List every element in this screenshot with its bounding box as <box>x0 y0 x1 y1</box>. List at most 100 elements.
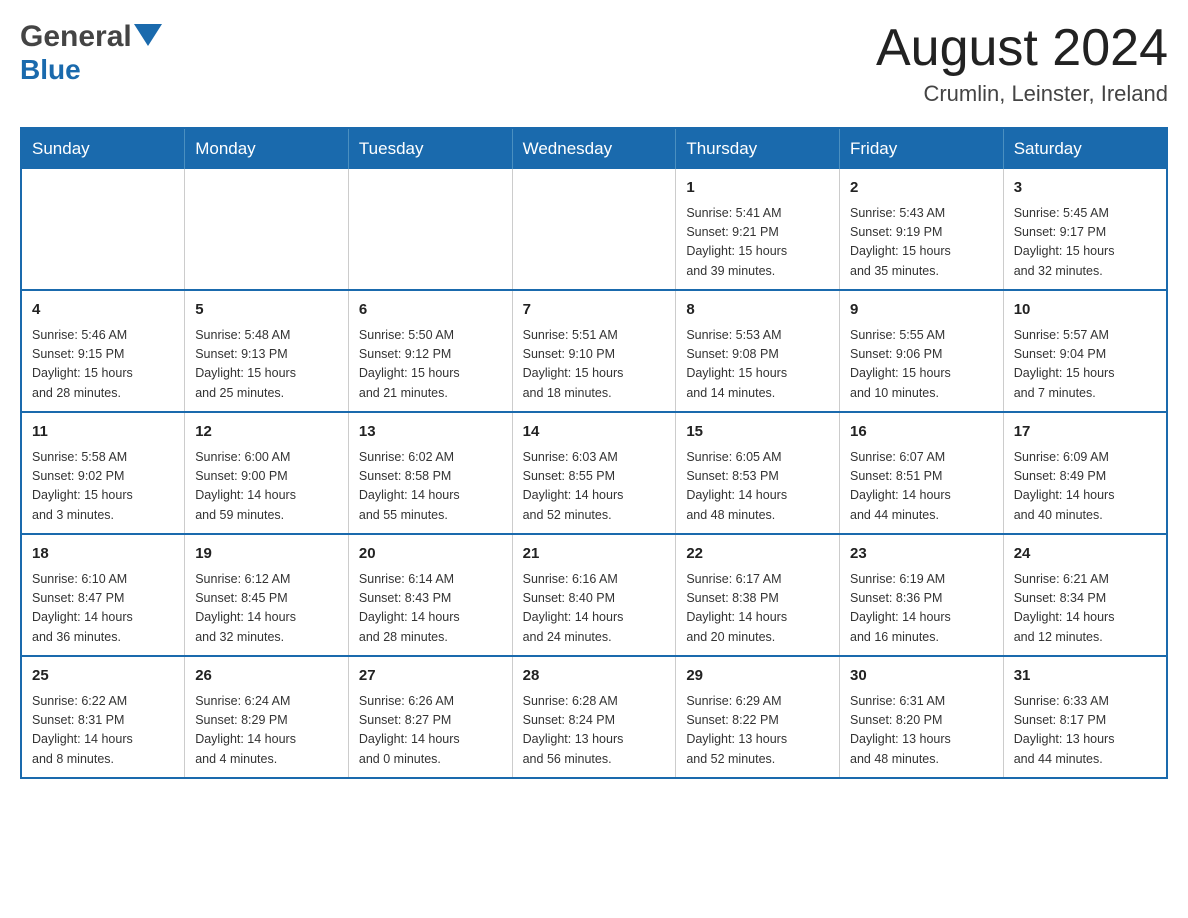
day-number: 23 <box>850 543 993 566</box>
calendar-cell: 26Sunrise: 6:24 AM Sunset: 8:29 PM Dayli… <box>185 656 349 778</box>
logo: General Blue <box>20 20 164 86</box>
day-number: 5 <box>195 299 338 322</box>
day-of-week-header: Monday <box>185 128 349 169</box>
day-info: Sunrise: 6:10 AM Sunset: 8:47 PM Dayligh… <box>32 570 174 648</box>
calendar-cell: 6 Sunrise: 5:50 AM Sunset: 9:12 PM Daylig… <box>348 290 512 412</box>
calendar-week-row: 4 Sunrise: 5:46 AM Sunset: 9:15 PM Daylig… <box>21 290 1167 412</box>
day-info: Sunrise: 6:14 AM Sunset: 8:43 PM Dayligh… <box>359 570 502 648</box>
day-info: Sunrise: 6:16 AM Sunset: 8:40 PM Dayligh… <box>523 570 666 648</box>
calendar-cell: 29 Sunrise: 6:29 AM Sunset: 8:22 PM Dayli… <box>676 656 840 778</box>
day-number: 11 <box>32 421 174 444</box>
day-number: 31 <box>1014 665 1156 688</box>
day-info: Sunrise: 5:43 AM Sunset: 9:19 PM Dayligh… <box>850 204 993 282</box>
day-number: 12 <box>195 421 338 444</box>
calendar-cell: 2 Sunrise: 5:43 AM Sunset: 9:19 PM Daylig… <box>840 169 1004 290</box>
day-info: Sunrise: 6:05 AM Sunset: 8:53 PM Dayligh… <box>686 448 829 526</box>
day-number: 6 <box>359 299 502 322</box>
calendar-cell: 27Sunrise: 6:26 AM Sunset: 8:27 PM Dayli… <box>348 656 512 778</box>
day-number: 15 <box>686 421 829 444</box>
day-number: 8 <box>686 299 829 322</box>
calendar-cell: 9Sunrise: 5:55 AM Sunset: 9:06 PM Daylig… <box>840 290 1004 412</box>
calendar-cell: 4 Sunrise: 5:46 AM Sunset: 9:15 PM Daylig… <box>21 290 185 412</box>
calendar-cell: 30 Sunrise: 6:31 AM Sunset: 8:20 PM Dayli… <box>840 656 1004 778</box>
day-info: Sunrise: 6:12 AM Sunset: 8:45 PM Dayligh… <box>195 570 338 648</box>
day-number: 16 <box>850 421 993 444</box>
day-number: 18 <box>32 543 174 566</box>
calendar-cell: 24Sunrise: 6:21 AM Sunset: 8:34 PM Dayli… <box>1003 534 1167 656</box>
day-number: 9 <box>850 299 993 322</box>
day-number: 3 <box>1014 177 1156 200</box>
day-number: 30 <box>850 665 993 688</box>
day-info: Sunrise: 6:00 AM Sunset: 9:00 PM Dayligh… <box>195 448 338 526</box>
day-info: Sunrise: 6:28 AM Sunset: 8:24 PM Dayligh… <box>523 692 666 770</box>
day-number: 4 <box>32 299 174 322</box>
logo-triangle-icon <box>134 24 162 51</box>
day-number: 26 <box>195 665 338 688</box>
day-of-week-header: Sunday <box>21 128 185 169</box>
day-info: Sunrise: 6:02 AM Sunset: 8:58 PM Dayligh… <box>359 448 502 526</box>
calendar-cell <box>348 169 512 290</box>
calendar-cell: 10Sunrise: 5:57 AM Sunset: 9:04 PM Dayli… <box>1003 290 1167 412</box>
calendar-table: SundayMondayTuesdayWednesdayThursdayFrid… <box>20 127 1168 779</box>
calendar-week-row: 11 Sunrise: 5:58 AM Sunset: 9:02 PM Dayli… <box>21 412 1167 534</box>
day-number: 21 <box>523 543 666 566</box>
day-info: Sunrise: 6:03 AM Sunset: 8:55 PM Dayligh… <box>523 448 666 526</box>
day-info: Sunrise: 5:46 AM Sunset: 9:15 PM Dayligh… <box>32 326 174 404</box>
day-number: 27 <box>359 665 502 688</box>
calendar-cell: 25Sunrise: 6:22 AM Sunset: 8:31 PM Dayli… <box>21 656 185 778</box>
day-info: Sunrise: 5:58 AM Sunset: 9:02 PM Dayligh… <box>32 448 174 526</box>
day-info: Sunrise: 6:31 AM Sunset: 8:20 PM Dayligh… <box>850 692 993 770</box>
day-number: 13 <box>359 421 502 444</box>
day-number: 29 <box>686 665 829 688</box>
month-title: August 2024 <box>876 20 1168 77</box>
day-info: Sunrise: 5:48 AM Sunset: 9:13 PM Dayligh… <box>195 326 338 404</box>
day-number: 28 <box>523 665 666 688</box>
day-number: 7 <box>523 299 666 322</box>
day-info: Sunrise: 5:50 AM Sunset: 9:12 PM Dayligh… <box>359 326 502 404</box>
location: Crumlin, Leinster, Ireland <box>876 81 1168 107</box>
calendar-cell: 19Sunrise: 6:12 AM Sunset: 8:45 PM Dayli… <box>185 534 349 656</box>
calendar-cell: 21 Sunrise: 6:16 AM Sunset: 8:40 PM Dayli… <box>512 534 676 656</box>
calendar-cell: 16 Sunrise: 6:07 AM Sunset: 8:51 PM Dayli… <box>840 412 1004 534</box>
calendar-header-row: SundayMondayTuesdayWednesdayThursdayFrid… <box>21 128 1167 169</box>
day-number: 2 <box>850 177 993 200</box>
page-header: General Blue August 2024 Crumlin, Leinst… <box>20 20 1168 107</box>
calendar-cell <box>185 169 349 290</box>
day-of-week-header: Wednesday <box>512 128 676 169</box>
calendar-cell: 31 Sunrise: 6:33 AM Sunset: 8:17 PM Dayli… <box>1003 656 1167 778</box>
day-info: Sunrise: 6:33 AM Sunset: 8:17 PM Dayligh… <box>1014 692 1156 770</box>
day-number: 17 <box>1014 421 1156 444</box>
day-of-week-header: Friday <box>840 128 1004 169</box>
day-info: Sunrise: 6:09 AM Sunset: 8:49 PM Dayligh… <box>1014 448 1156 526</box>
day-info: Sunrise: 5:41 AM Sunset: 9:21 PM Dayligh… <box>686 204 829 282</box>
day-info: Sunrise: 6:07 AM Sunset: 8:51 PM Dayligh… <box>850 448 993 526</box>
day-number: 20 <box>359 543 502 566</box>
calendar-cell: 11 Sunrise: 5:58 AM Sunset: 9:02 PM Dayli… <box>21 412 185 534</box>
calendar-cell: 18 Sunrise: 6:10 AM Sunset: 8:47 PM Dayli… <box>21 534 185 656</box>
day-info: Sunrise: 6:29 AM Sunset: 8:22 PM Dayligh… <box>686 692 829 770</box>
title-section: August 2024 Crumlin, Leinster, Ireland <box>876 20 1168 107</box>
day-of-week-header: Tuesday <box>348 128 512 169</box>
logo-blue-text: Blue <box>20 54 81 86</box>
calendar-cell: 7 Sunrise: 5:51 AM Sunset: 9:10 PM Daylig… <box>512 290 676 412</box>
calendar-cell: 8 Sunrise: 5:53 AM Sunset: 9:08 PM Daylig… <box>676 290 840 412</box>
calendar-cell: 15 Sunrise: 6:05 AM Sunset: 8:53 PM Dayli… <box>676 412 840 534</box>
calendar-cell: 5 Sunrise: 5:48 AM Sunset: 9:13 PM Daylig… <box>185 290 349 412</box>
day-info: Sunrise: 6:19 AM Sunset: 8:36 PM Dayligh… <box>850 570 993 648</box>
calendar-week-row: 18 Sunrise: 6:10 AM Sunset: 8:47 PM Dayli… <box>21 534 1167 656</box>
day-info: Sunrise: 5:45 AM Sunset: 9:17 PM Dayligh… <box>1014 204 1156 282</box>
calendar-cell <box>21 169 185 290</box>
day-number: 1 <box>686 177 829 200</box>
day-of-week-header: Thursday <box>676 128 840 169</box>
day-info: Sunrise: 5:53 AM Sunset: 9:08 PM Dayligh… <box>686 326 829 404</box>
calendar-cell: 14Sunrise: 6:03 AM Sunset: 8:55 PM Dayli… <box>512 412 676 534</box>
calendar-cell: 1 Sunrise: 5:41 AM Sunset: 9:21 PM Daylig… <box>676 169 840 290</box>
calendar-cell: 17 Sunrise: 6:09 AM Sunset: 8:49 PM Dayli… <box>1003 412 1167 534</box>
calendar-cell: 20 Sunrise: 6:14 AM Sunset: 8:43 PM Dayli… <box>348 534 512 656</box>
calendar-cell: 13 Sunrise: 6:02 AM Sunset: 8:58 PM Dayli… <box>348 412 512 534</box>
day-info: Sunrise: 5:51 AM Sunset: 9:10 PM Dayligh… <box>523 326 666 404</box>
calendar-cell: 12 Sunrise: 6:00 AM Sunset: 9:00 PM Dayli… <box>185 412 349 534</box>
day-info: Sunrise: 5:57 AM Sunset: 9:04 PM Dayligh… <box>1014 326 1156 404</box>
calendar-cell: 23 Sunrise: 6:19 AM Sunset: 8:36 PM Dayli… <box>840 534 1004 656</box>
calendar-week-row: 25Sunrise: 6:22 AM Sunset: 8:31 PM Dayli… <box>21 656 1167 778</box>
